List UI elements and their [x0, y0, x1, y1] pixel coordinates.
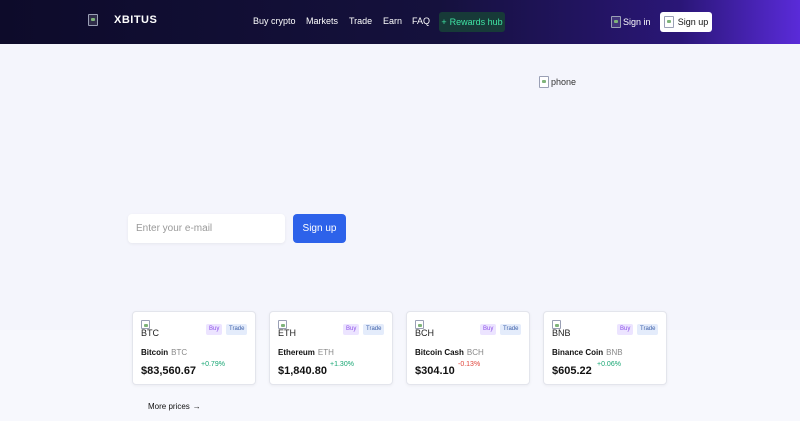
buy-button[interactable]: Buy — [206, 324, 223, 335]
coin-symbol: BTC — [171, 348, 188, 357]
rewards-hub-button[interactable]: + Rewards hub — [439, 12, 505, 32]
coin-name: Bitcoin Cash BCH — [415, 348, 484, 357]
phone-alt-text: phone — [551, 77, 577, 87]
hero-sign-up-button[interactable]: Sign up — [293, 214, 346, 243]
plus-icon: + — [441, 17, 447, 27]
coin-name: Ethereum ETH — [278, 348, 334, 357]
sign-in-image-icon — [611, 16, 621, 28]
rewards-hub-label: Rewards hub — [449, 17, 503, 27]
arrow-right-icon: → — [192, 402, 201, 411]
eth-coin-icon — [278, 320, 287, 329]
nav-markets[interactable]: Markets — [306, 16, 338, 26]
header-sign-up-label: Sign up — [677, 17, 709, 27]
coin-change: +0.79% — [201, 361, 225, 368]
coin-price: $83,560.67 — [141, 365, 197, 377]
sign-in-label: Sign in — [623, 17, 651, 27]
coin-code: BCH — [415, 328, 435, 338]
buy-button[interactable]: Buy — [343, 324, 360, 335]
coin-price: $605.22 — [552, 365, 592, 377]
trade-button[interactable]: Trade — [500, 324, 522, 335]
hero-section — [0, 44, 800, 330]
sign-up-image-icon — [663, 16, 674, 28]
phone-image-icon — [539, 76, 549, 88]
coin-card-eth[interactable]: ETH Buy Trade Ethereum ETH $1,840.80 +1.3… — [269, 311, 393, 385]
btc-coin-icon — [141, 320, 150, 329]
phone-image: phone — [539, 76, 576, 88]
logo-image-icon — [88, 14, 98, 26]
nav-trade[interactable]: Trade — [349, 16, 372, 26]
coin-symbol: BCH — [466, 348, 484, 357]
coin-code: BTC — [141, 328, 159, 338]
logo[interactable]: XBITUS — [88, 14, 157, 26]
bnb-coin-icon — [552, 320, 561, 329]
trade-button[interactable]: Trade — [637, 324, 659, 335]
more-prices-label: More prices — [148, 402, 190, 411]
coin-price: $304.10 — [415, 365, 455, 377]
coin-name: Binance Coin BNB — [552, 348, 623, 357]
coin-card-bch[interactable]: BCH Buy Trade Bitcoin Cash BCH $304.10 -0… — [406, 311, 530, 385]
nav-earn[interactable]: Earn — [383, 16, 402, 26]
sign-in-link[interactable]: Sign in — [611, 16, 651, 28]
coin-card-btc[interactable]: BTC Buy Trade Bitcoin BTC $83,560.67 +0.7… — [132, 311, 256, 385]
bch-coin-icon — [415, 320, 424, 329]
brand-name: XBITUS — [114, 14, 158, 26]
more-prices-link[interactable]: More prices → — [148, 402, 201, 411]
coin-price: $1,840.80 — [278, 365, 327, 377]
header-sign-up-button[interactable]: Sign up — [660, 12, 712, 32]
coin-card-bnb[interactable]: BNB Buy Trade Binance Coin BNB $605.22 +0… — [543, 311, 667, 385]
buy-button[interactable]: Buy — [617, 324, 634, 335]
email-input[interactable] — [128, 214, 285, 243]
trade-button[interactable]: Trade — [363, 324, 385, 335]
coin-change: +0.06% — [597, 361, 621, 368]
coin-change: -0.13% — [458, 361, 481, 368]
buy-button[interactable]: Buy — [480, 324, 497, 335]
trade-button[interactable]: Trade — [226, 324, 248, 335]
coin-change: +1.30% — [330, 361, 354, 368]
coin-symbol: BNB — [606, 348, 623, 357]
nav-faq[interactable]: FAQ — [412, 16, 430, 26]
coin-name: Bitcoin BTC — [141, 348, 188, 357]
coin-code: ETH — [278, 328, 296, 338]
coin-code: BNB — [552, 328, 571, 338]
nav-buy-crypto[interactable]: Buy crypto — [253, 16, 296, 26]
coin-symbol: ETH — [317, 348, 334, 357]
top-navbar: XBITUS Buy crypto Markets Trade Earn FAQ… — [0, 0, 800, 44]
